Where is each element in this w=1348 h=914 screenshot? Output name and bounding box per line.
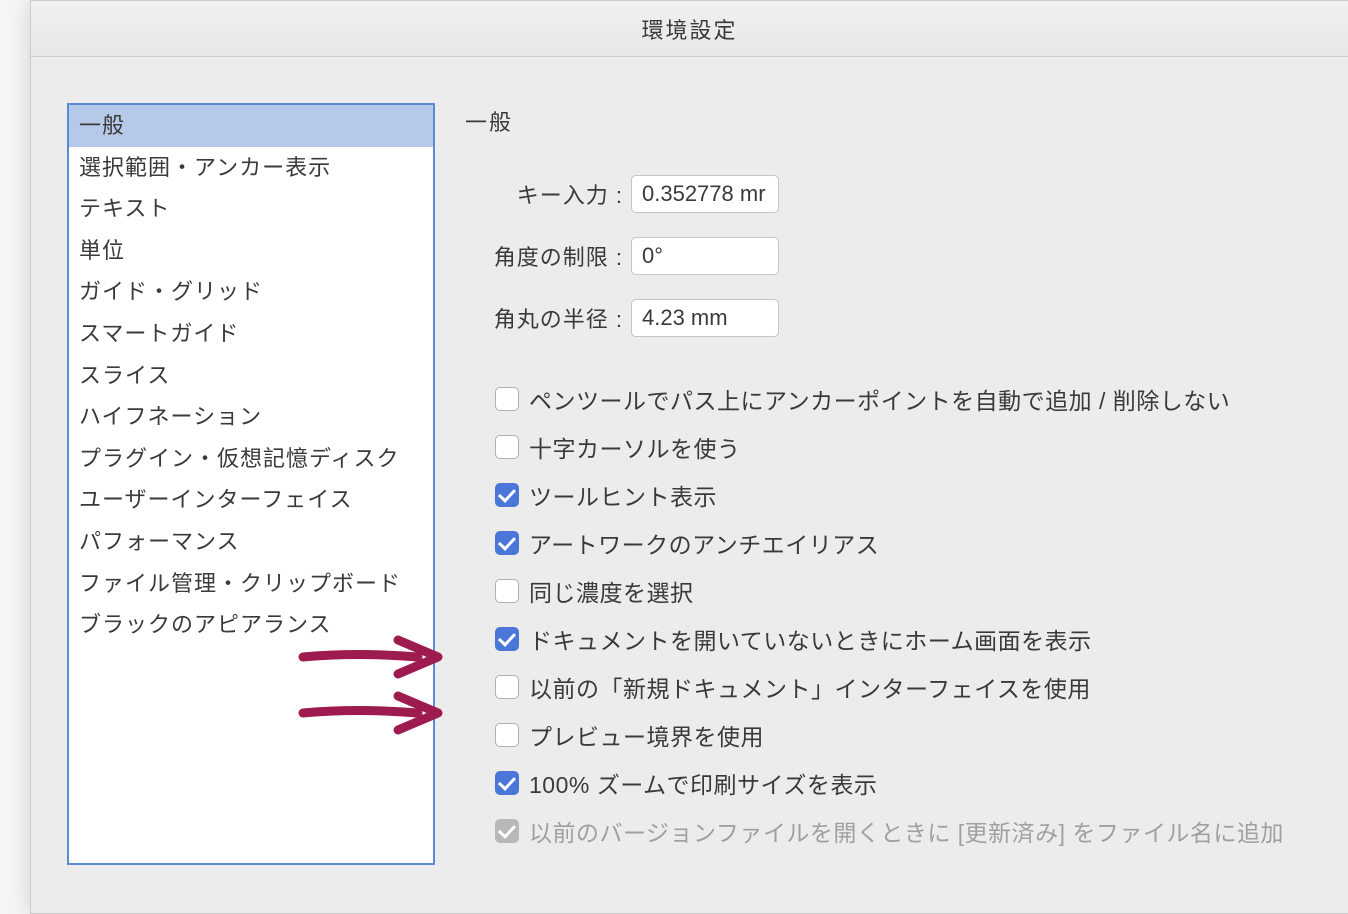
checkbox[interactable] [495, 771, 519, 795]
checkbox-row: 十字カーソルを使う [495, 433, 1348, 461]
checkbox [495, 819, 519, 843]
checkbox-row: 100% ズームで印刷サイズを表示 [495, 769, 1348, 797]
corner-radius-field[interactable] [631, 299, 779, 337]
checkbox-label: 同じ濃度を選択 [529, 574, 694, 608]
checkbox-label: 以前のバージョンファイルを開くときに [更新済み] をファイル名に追加 [529, 814, 1284, 848]
angle-constraint-field[interactable] [631, 237, 779, 275]
sidebar-item[interactable]: ガイド・グリッド [69, 271, 433, 313]
window-title: 環境設定 [641, 13, 737, 45]
checkbox-row: 以前の「新規ドキュメント」インターフェイスを使用 [495, 673, 1348, 701]
checkbox-label: ツールヒント表示 [529, 478, 717, 512]
titlebar: 環境設定 [31, 1, 1348, 57]
checkbox-row: 以前のバージョンファイルを開くときに [更新済み] をファイル名に追加 [495, 817, 1348, 845]
checkbox-label: 以前の「新規ドキュメント」インターフェイスを使用 [529, 670, 1091, 704]
sidebar-item[interactable]: テキスト [69, 188, 433, 230]
form-row-key-input: キー入力 : [465, 175, 1348, 213]
checkbox-label: ドキュメントを開いていないときにホーム画面を表示 [529, 622, 1092, 656]
form-row-angle: 角度の制限 : [465, 237, 1348, 275]
checkbox-label: アートワークのアンチエイリアス [529, 526, 879, 560]
checkbox-row: ドキュメントを開いていないときにホーム画面を表示 [495, 625, 1348, 653]
checkbox-label: 十字カーソルを使う [529, 430, 741, 464]
sidebar-item[interactable]: 一般 [69, 105, 433, 147]
sidebar-item[interactable]: スライス [69, 355, 433, 397]
sidebar-item[interactable]: パフォーマンス [69, 521, 433, 563]
sidebar-item[interactable]: ユーザーインターフェイス [69, 479, 433, 521]
corner-radius-label: 角丸の半径 : [465, 302, 623, 334]
checkbox-label: プレビュー境界を使用 [529, 718, 764, 752]
checkbox[interactable] [495, 579, 519, 603]
content-area: 一般選択範囲・アンカー表示テキスト単位ガイド・グリッドスマートガイドスライスハイ… [31, 57, 1348, 865]
sidebar: 一般選択範囲・アンカー表示テキスト単位ガイド・グリッドスマートガイドスライスハイ… [67, 103, 435, 865]
sidebar-item[interactable]: スマートガイド [69, 313, 433, 355]
preferences-window: 環境設定 一般選択範囲・アンカー表示テキスト単位ガイド・グリッドスマートガイドス… [30, 0, 1348, 914]
checkbox-label: ペンツールでパス上にアンカーポイントを自動で追加 / 削除しない [529, 382, 1230, 416]
angle-constraint-label: 角度の制限 : [465, 240, 623, 272]
checkbox-label: 100% ズームで印刷サイズを表示 [529, 766, 877, 800]
checkbox[interactable] [495, 483, 519, 507]
key-input-field[interactable] [631, 175, 779, 213]
key-input-label: キー入力 : [465, 178, 623, 210]
sidebar-item[interactable]: ファイル管理・クリップボード [69, 563, 433, 605]
sidebar-item[interactable]: ブラックのアピアランス [69, 604, 433, 646]
panel-title: 一般 [465, 105, 1348, 137]
main-panel: 一般 キー入力 : 角度の制限 : 角丸の半径 : ペンツールでパス上にアンカー… [435, 103, 1348, 865]
checkbox-row: 同じ濃度を選択 [495, 577, 1348, 605]
checkbox-row: プレビュー境界を使用 [495, 721, 1348, 749]
checkbox-row: ペンツールでパス上にアンカーポイントを自動で追加 / 削除しない [495, 385, 1348, 413]
checkbox[interactable] [495, 387, 519, 411]
checkbox[interactable] [495, 627, 519, 651]
form-row-corner: 角丸の半径 : [465, 299, 1348, 337]
sidebar-item[interactable]: 選択範囲・アンカー表示 [69, 147, 433, 189]
checkbox-row: ツールヒント表示 [495, 481, 1348, 509]
checkbox-row: アートワークのアンチエイリアス [495, 529, 1348, 557]
sidebar-item[interactable]: プラグイン・仮想記憶ディスク [69, 438, 433, 480]
checkbox[interactable] [495, 675, 519, 699]
checkbox[interactable] [495, 435, 519, 459]
checkbox-group: ペンツールでパス上にアンカーポイントを自動で追加 / 削除しない十字カーソルを使… [495, 385, 1348, 845]
checkbox[interactable] [495, 531, 519, 555]
sidebar-item[interactable]: ハイフネーション [69, 396, 433, 438]
checkbox[interactable] [495, 723, 519, 747]
sidebar-item[interactable]: 単位 [69, 230, 433, 272]
